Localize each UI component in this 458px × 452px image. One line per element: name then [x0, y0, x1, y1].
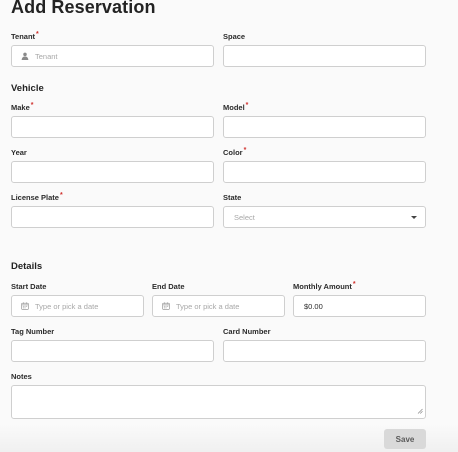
state-label-text: State [223, 193, 242, 202]
license-plate-field[interactable] [11, 206, 214, 228]
start-date-field[interactable]: Type or pick a date [11, 295, 144, 317]
tenant-field[interactable]: Tenant [11, 45, 214, 67]
make-field[interactable] [11, 116, 214, 138]
monthly-amount-label: Monthly Amount* [293, 281, 356, 291]
end-date-label: End Date [152, 282, 185, 291]
state-label: State [223, 193, 241, 202]
caret-down-icon [411, 216, 417, 219]
start-date-label: Start Date [11, 282, 46, 291]
tenant-placeholder: Tenant [35, 51, 58, 61]
color-label: Color* [223, 147, 247, 157]
monthly-amount-label-text: Monthly Amount [293, 282, 352, 291]
make-label-text: Make [11, 103, 30, 112]
tag-number-field[interactable] [11, 340, 214, 362]
page-title: Add Reservation [11, 0, 156, 17]
license-plate-label: License Plate* [11, 192, 63, 202]
monthly-amount-field[interactable]: $0.00 [293, 295, 426, 317]
model-label-text: Model [223, 103, 245, 112]
tag-number-label: Tag Number [11, 327, 54, 336]
color-field[interactable] [223, 161, 426, 183]
start-date-label-text: Start Date [11, 282, 47, 291]
required-marker: * [243, 147, 247, 154]
color-label-text: Color [223, 148, 243, 157]
card-number-field[interactable] [223, 340, 426, 362]
required-marker: * [352, 281, 356, 288]
space-field[interactable] [223, 45, 426, 67]
notes-label: Notes [11, 372, 32, 381]
model-field[interactable] [223, 116, 426, 138]
required-marker: * [36, 31, 39, 38]
space-label: Space [223, 32, 245, 41]
required-marker: * [59, 192, 63, 199]
calendar-icon [162, 302, 170, 310]
card-number-label: Card Number [223, 327, 271, 336]
monthly-amount-value: $0.00 [304, 301, 323, 311]
year-field[interactable] [11, 161, 214, 183]
year-label-text: Year [11, 148, 27, 157]
required-marker: * [30, 102, 34, 109]
state-placeholder: Select [234, 212, 255, 222]
start-date-placeholder: Type or pick a date [35, 301, 99, 311]
license-plate-label-text: License Plate [11, 193, 59, 202]
model-label: Model* [223, 102, 249, 112]
end-date-label-text: End Date [152, 282, 185, 291]
year-label: Year [11, 148, 27, 157]
card-number-label-text: Card Number [223, 327, 271, 336]
save-button[interactable]: Save [384, 429, 426, 449]
details-section-title: Details [11, 261, 43, 272]
tag-number-label-text: Tag Number [11, 327, 55, 336]
tenant-label-text: Tenant [11, 32, 36, 41]
calendar-icon [21, 302, 29, 310]
end-date-field[interactable]: Type or pick a date [152, 295, 285, 317]
space-label-text: Space [223, 32, 246, 41]
make-label: Make* [11, 102, 34, 112]
vehicle-section-title: Vehicle [11, 83, 44, 94]
notes-label-text: Notes [11, 372, 32, 381]
state-select[interactable]: Select [223, 206, 426, 228]
resize-handle-icon[interactable] [417, 407, 423, 416]
person-icon [21, 52, 29, 60]
notes-textarea[interactable] [11, 385, 426, 419]
required-marker: * [245, 102, 249, 109]
tenant-label: Tenant* [11, 31, 39, 41]
end-date-placeholder: Type or pick a date [176, 301, 240, 311]
